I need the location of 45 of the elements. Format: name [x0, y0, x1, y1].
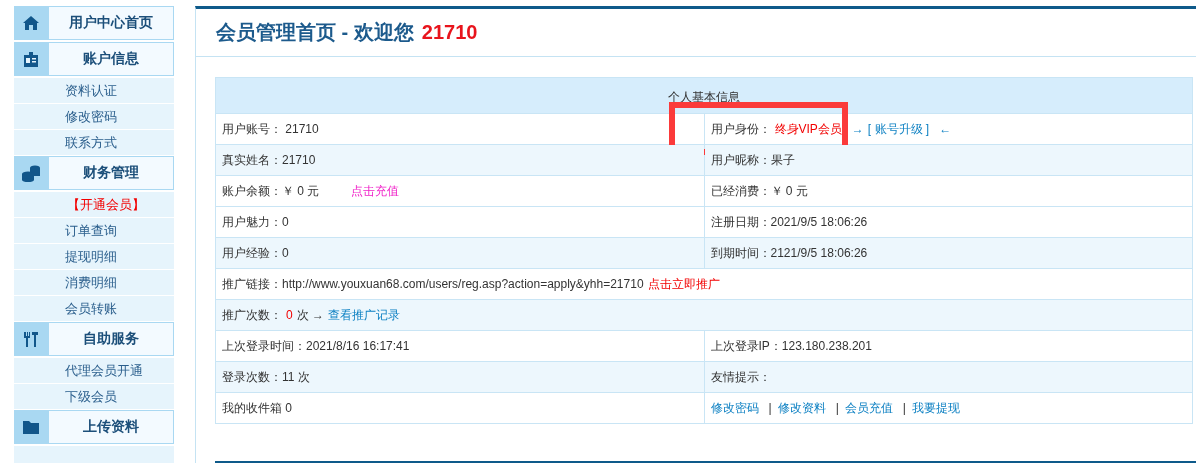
page-title: 会员管理首页 - 欢迎您 — [216, 20, 414, 45]
divider-glyph: | — [902, 400, 906, 415]
info-text: 已经消费：￥ 0 元 — [710, 183, 808, 198]
info-text: 到期时间：2121/9/5 18:06:26 — [710, 245, 868, 260]
info-text: 次 → — [296, 307, 325, 322]
info-text: 友情提示： — [710, 369, 771, 384]
sidebar-heading[interactable]: 用户中心首页 — [48, 6, 174, 40]
info-text: 我的收件箱 0 — [222, 400, 292, 415]
link[interactable]: 会员充值 — [844, 400, 893, 415]
info-text: 用户账号： 21710 — [222, 121, 319, 136]
info-text: 上次登录IP：123.180.238.201 — [710, 338, 872, 353]
home-icon — [23, 16, 39, 30]
info-text: 用户身份： — [710, 121, 771, 136]
info-text: 用户经验：0 — [222, 245, 289, 260]
info-text: 上次登录时间：2021/8/16 16:17:41 — [222, 338, 410, 353]
link[interactable]: [ 账号升级 ] — [867, 121, 930, 136]
info-text: 推广次数： — [222, 307, 282, 322]
id-card-icon — [23, 51, 39, 67]
info-text: 注册日期：2021/9/5 18:06:26 — [710, 214, 868, 229]
sidebar-heading[interactable]: 账户信息 — [48, 42, 174, 76]
info-text: 用户魅力：0 — [222, 214, 289, 229]
status-text: 终身VIP会员 — [774, 121, 842, 136]
link[interactable]: 修改密码 — [710, 400, 759, 415]
table-caption: 个人基本信息 — [668, 89, 740, 104]
info-text: 推广链接：http://www.youxuan68.com/users/reg.asp?action=apply&yhh=21710 — [222, 276, 644, 291]
link[interactable]: 修改资料 — [777, 400, 826, 415]
status-text: 0 — [286, 307, 293, 322]
info-text: 真实姓名：21710 — [222, 152, 316, 167]
arrow-glyph: → — [851, 121, 864, 136]
divider-glyph: | — [768, 400, 772, 415]
info-text: 用户昵称：果子 — [710, 152, 795, 167]
sidebar-heading[interactable]: 上传资料 — [48, 410, 174, 444]
recharge-link[interactable]: 点击充值 — [351, 183, 400, 198]
sidebar-heading[interactable]: 财务管理 — [48, 156, 174, 190]
info-text: 登录次数：11 次 — [222, 369, 310, 384]
info-text: 账户余额：￥ 0 元 — [222, 183, 320, 198]
divider-glyph: | — [835, 400, 839, 415]
sidebar-heading[interactable]: 自助服务 — [48, 322, 174, 356]
promote-link[interactable]: 点击立即推广 — [647, 276, 720, 291]
link[interactable]: 我要提现 — [911, 400, 960, 415]
username: 21710 — [421, 21, 478, 44]
tools-icon — [24, 331, 38, 347]
folder-icon — [23, 420, 39, 434]
arrow-glyph: ← — [939, 121, 952, 136]
link[interactable]: 查看推广记录 — [328, 307, 401, 322]
